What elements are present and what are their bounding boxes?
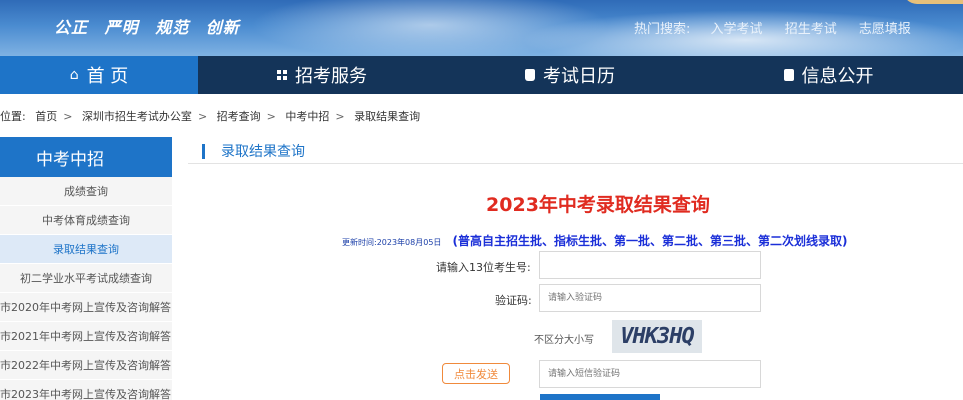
header-banner: 公正 严明 规范 创新 热门搜索: 入学考试 招生考试 志愿填报 xyxy=(0,0,963,56)
breadcrumb-link[interactable]: 深圳市招生考试办公室 xyxy=(82,110,192,123)
banner-slogan: 公正 严明 规范 创新 xyxy=(54,14,250,38)
sidebar-item-score-query[interactable]: 成绩查询 xyxy=(0,177,172,206)
breadcrumb-link[interactable]: 首页 xyxy=(35,110,57,123)
nav-item-home[interactable]: ⌂ 首 页 xyxy=(0,56,198,94)
hot-search-label: 热门搜索: xyxy=(634,22,691,37)
nav-item-info[interactable]: 信息公开 xyxy=(694,56,963,94)
breadcrumb-prefix: 位置: xyxy=(0,110,26,123)
nav-item-calendar[interactable]: 考试日历 xyxy=(446,56,694,94)
slogan-word: 创新 xyxy=(205,18,240,37)
sidebar-item-grade8-score-query[interactable]: 初二学业水平考试成绩查询 xyxy=(0,264,172,293)
sidebar-item-2022-qa[interactable]: 市2022年中考网上宣传及咨询解答 xyxy=(0,351,172,380)
nav-item-label: 信息公开 xyxy=(801,66,874,87)
nav-item-label: 考试日历 xyxy=(543,66,615,87)
breadcrumb-separator: > xyxy=(266,110,276,123)
breadcrumb-current: 录取结果查询 xyxy=(354,110,421,123)
update-info: 更新时间:2023年08月05日 (普高自主招生批、指标生批、第一批、第二批、第… xyxy=(342,230,848,249)
breadcrumb-link[interactable]: 中考中招 xyxy=(285,110,329,123)
exam-number-input[interactable] xyxy=(539,251,761,279)
section-marker xyxy=(202,143,205,159)
update-time: 更新时间:2023年08月05日 xyxy=(342,238,442,247)
sidebar-item-2020-qa[interactable]: 市2020年中考网上宣传及咨询解答 xyxy=(0,293,172,322)
section-header: 录取结果查询 xyxy=(202,141,305,161)
section-title: 录取结果查询 xyxy=(221,144,305,160)
breadcrumb-separator: > xyxy=(63,110,73,123)
page-title: 2023年中考录取结果查询 xyxy=(486,194,710,216)
slogan-word: 公正 xyxy=(54,18,89,37)
captcha-label: 验证码: xyxy=(495,294,532,307)
sidebar-menu: 成绩查询 中考体育成绩查询 录取结果查询 初二学业水平考试成绩查询 市2020年… xyxy=(0,177,172,400)
home-icon: ⌂ xyxy=(69,67,79,83)
captcha-image[interactable]: VHK3HQ xyxy=(612,320,702,353)
captcha-hint: 不区分大小写 xyxy=(534,335,594,346)
breadcrumb-separator: > xyxy=(197,110,208,123)
exam-number-label: 请输入13位考生号: xyxy=(436,261,531,274)
breadcrumb-link[interactable]: 招考查询 xyxy=(217,110,261,123)
sidebar-item-admission-query[interactable]: 录取结果查询 xyxy=(0,235,172,264)
nav-item-label: 招考服务 xyxy=(295,66,367,87)
hot-search-link[interactable]: 志愿填报 xyxy=(859,22,911,37)
breadcrumb: 位置: 首页 > 深圳市招生考试办公室 > 招考查询 > 中考中招 > 录取结果查询 xyxy=(0,108,426,124)
update-note: (普高自主招生批、指标生批、第一批、第二批、第三批、第二次划线录取) xyxy=(452,234,848,248)
calendar-icon xyxy=(525,69,535,81)
slogan-word: 规范 xyxy=(155,18,190,37)
submit-button[interactable] xyxy=(540,394,660,400)
nav-item-label: 首 页 xyxy=(86,66,129,87)
section-divider xyxy=(188,163,963,164)
sms-code-input[interactable] xyxy=(539,360,761,388)
sidebar-item-2023-qa[interactable]: 市2023年中考网上宣传及咨询解答 xyxy=(0,380,172,400)
info-icon xyxy=(783,69,794,81)
breadcrumb-separator: > xyxy=(335,110,345,123)
hot-search-link[interactable]: 招生考试 xyxy=(785,22,837,37)
sidebar-title: 中考中招 xyxy=(0,137,172,177)
sidebar-item-2021-qa[interactable]: 市2021年中考网上宣传及咨询解答 xyxy=(0,322,172,351)
banner-corner-decoration xyxy=(903,0,963,4)
captcha-input[interactable] xyxy=(539,284,761,312)
hot-search: 热门搜索: 入学考试 招生考试 志愿填报 xyxy=(634,18,929,37)
slogan-word: 严明 xyxy=(104,18,139,37)
hot-search-link[interactable]: 入学考试 xyxy=(711,22,763,37)
nav-item-services[interactable]: 招考服务 xyxy=(198,56,446,94)
main-nav: ⌂ 首 页 招考服务 考试日历 信息公开 xyxy=(0,56,963,94)
grid-icon xyxy=(277,70,287,80)
sidebar-item-pe-score-query[interactable]: 中考体育成绩查询 xyxy=(0,206,172,235)
send-sms-button[interactable]: 点击发送 xyxy=(442,363,510,384)
